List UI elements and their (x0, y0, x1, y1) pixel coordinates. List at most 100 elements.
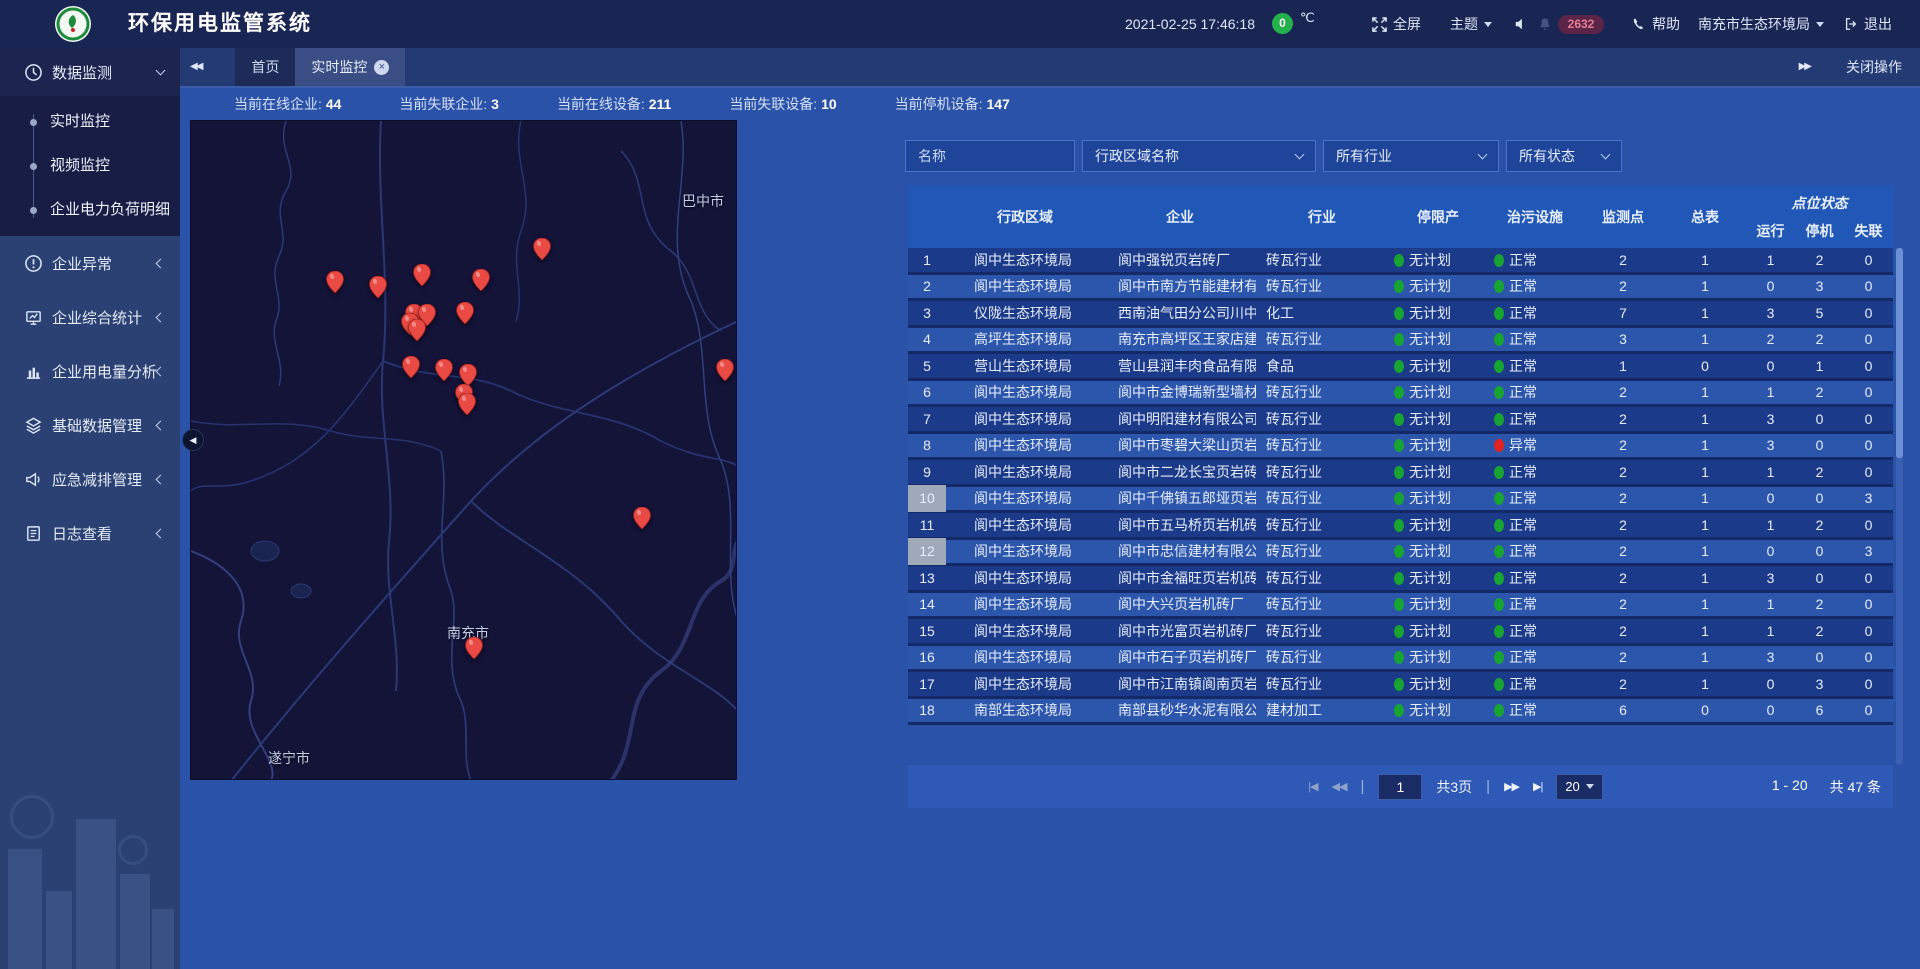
row-index[interactable]: 7 (908, 406, 946, 433)
table-row[interactable]: 10阆中生态环境局阆中千佛镇五郎垭页岩砖瓦行业无计划正常21003 (908, 487, 1893, 514)
table-row[interactable]: 12阆中生态环境局阆中市忠信建材有限公砖瓦行业无计划正常21003 (908, 540, 1893, 567)
theme-menu[interactable]: 主题 (1450, 0, 1492, 48)
temperature-unit: ℃ (1300, 0, 1315, 42)
row-index[interactable]: 6 (908, 379, 946, 406)
name-filter-input[interactable] (905, 140, 1075, 172)
row-index[interactable]: 2 (908, 273, 946, 300)
map-pin-icon[interactable] (716, 359, 734, 381)
sidebar-item-enterprise-stats[interactable]: 企业综合统计 (0, 290, 180, 344)
scrollbar-thumb[interactable] (1896, 248, 1903, 458)
sidebar-subitem[interactable]: 企业电力负荷明细 (0, 188, 180, 232)
map-pin-icon[interactable] (472, 269, 490, 291)
logout-button[interactable]: 退出 (1844, 0, 1892, 48)
notification-badge[interactable]: 2632 (1558, 15, 1604, 34)
industry-filter-select[interactable]: 所有行业 (1323, 140, 1499, 172)
row-index[interactable]: 4 (908, 326, 946, 353)
next-page-button[interactable]: ▶▶ (1504, 780, 1519, 793)
row-index[interactable]: 3 (908, 300, 946, 327)
fullscreen-button[interactable]: 全屏 (1372, 0, 1421, 48)
cell-facility: 正常 (1488, 462, 1582, 482)
table-row[interactable]: 13阆中生态环境局阆中市金福旺页岩机砖砖瓦行业无计划正常21300 (908, 566, 1893, 593)
table-row[interactable]: 17阆中生态环境局阆中市江南镇阆南页岩砖瓦行业无计划正常21030 (908, 672, 1893, 699)
sidebar-subitem[interactable]: 视频监控 (0, 144, 180, 188)
double-chevron-right-icon[interactable]: ▶▶ (1789, 48, 1820, 86)
row-index[interactable]: 1 (908, 248, 946, 273)
status-dot-icon (1494, 678, 1504, 691)
tab-home[interactable]: 首页 (235, 48, 295, 86)
table-row[interactable]: 4高坪生态环境局南充市高坪区王家店建砖瓦行业无计划正常31220 (908, 328, 1893, 355)
status-filter-select[interactable]: 所有状态 (1506, 140, 1622, 172)
table-row[interactable]: 7阆中生态环境局阆中明阳建材有限公司砖瓦行业无计划正常21300 (908, 407, 1893, 434)
table-row[interactable]: 8阆中生态环境局阆中市枣碧大梁山页岩砖瓦行业无计划异常21300 (908, 434, 1893, 461)
close-operations-menu[interactable]: 关闭操作 (1846, 57, 1902, 77)
map-pin-icon[interactable] (413, 264, 431, 286)
tab-realtime-monitor[interactable]: 实时监控 × (295, 48, 405, 86)
sidebar-item-data-monitor[interactable]: 数据监测 (0, 48, 180, 96)
cell-company: 阆中市金福旺页岩机砖 (1104, 568, 1256, 588)
map-pin-icon[interactable] (369, 276, 387, 298)
notifications-button[interactable] (1538, 0, 1552, 48)
table-row[interactable]: 11阆中生态环境局阆中市五马桥页岩机砖砖瓦行业无计划正常21120 (908, 513, 1893, 540)
map-pin-icon[interactable] (533, 238, 551, 260)
map-pin-icon[interactable] (456, 302, 474, 324)
map-pin-icon[interactable] (402, 356, 420, 378)
double-chevron-left-icon[interactable]: ◀◀ (180, 48, 211, 86)
org-menu[interactable]: 南充市生态环境局 (1698, 0, 1824, 48)
row-index[interactable]: 10 (908, 485, 946, 512)
table-row[interactable]: 9阆中生态环境局阆中市二龙长宝页岩砖砖瓦行业无计划正常21120 (908, 460, 1893, 487)
region-filter-select[interactable]: 行政区域名称 (1082, 140, 1316, 172)
sidebar-item-enterprise-abnormal[interactable]: 企业异常 (0, 236, 180, 290)
map-pin-icon[interactable] (458, 393, 476, 415)
panel-collapse-button[interactable]: ◀ (182, 429, 204, 451)
close-icon[interactable]: × (374, 60, 389, 75)
prev-page-button[interactable]: ◀◀ (1332, 780, 1347, 793)
row-index[interactable]: 14 (908, 591, 946, 618)
row-index[interactable]: 12 (908, 538, 946, 565)
table-row[interactable]: 3仪陇生态环境局西南油气田分公司川中化工无计划正常71350 (908, 301, 1893, 328)
map-pin-icon[interactable] (459, 364, 477, 386)
table-row[interactable]: 5营山生态环境局营山县润丰肉食品有限食品无计划正常10010 (908, 354, 1893, 381)
cell-company: 阆中市石子页岩机砖厂 (1104, 647, 1256, 667)
row-index[interactable]: 18 (908, 697, 946, 724)
help-button[interactable]: 帮助 (1632, 0, 1680, 48)
table-row[interactable]: 14阆中生态环境局阆中大兴页岩机砖厂砖瓦行业无计划正常21120 (908, 593, 1893, 620)
map-panel[interactable]: 巴中市南充市遂宁市 (190, 120, 737, 780)
sidebar-item-power-analysis[interactable]: 企业用电量分析 (0, 344, 180, 398)
row-index[interactable]: 17 (908, 671, 946, 698)
cell-stopped: 2 (1795, 517, 1844, 533)
table-row[interactable]: 18南部生态环境局南部县砂华水泥有限公建材加工无计划正常60060 (908, 699, 1893, 726)
last-page-button[interactable]: ▶| (1533, 780, 1542, 793)
table-row[interactable]: 1阆中生态环境局阆中强锐页岩砖厂砖瓦行业无计划正常21120 (908, 248, 1893, 275)
table-row[interactable]: 6阆中生态环境局阆中市金博瑞新型墙材砖瓦行业无计划正常21120 (908, 381, 1893, 408)
sidebar-item-logs[interactable]: 日志查看 (0, 506, 180, 560)
mute-button[interactable] (1514, 0, 1528, 48)
page-number-input[interactable] (1378, 774, 1422, 800)
row-index[interactable]: 5 (908, 353, 946, 380)
sidebar-subitem-label: 实时监控 (50, 113, 110, 130)
map-pin-icon[interactable] (465, 637, 483, 659)
first-page-button[interactable]: |◀ (1308, 780, 1317, 793)
map-pin-icon[interactable] (435, 359, 453, 381)
cell-meters: 1 (1664, 464, 1746, 480)
row-index[interactable]: 16 (908, 644, 946, 671)
row-index[interactable]: 11 (908, 512, 946, 539)
table-row[interactable]: 16阆中生态环境局阆中市石子页岩机砖厂砖瓦行业无计划正常21300 (908, 646, 1893, 673)
row-index[interactable]: 9 (908, 459, 946, 486)
table-row[interactable]: 15阆中生态环境局阆中市光富页岩机砖厂砖瓦行业无计划正常21120 (908, 619, 1893, 646)
row-index[interactable]: 13 (908, 565, 946, 592)
row-index[interactable]: 8 (908, 432, 946, 459)
table-scrollbar[interactable] (1896, 248, 1903, 765)
table-row[interactable]: 2阆中生态环境局阆中市南方节能建材有砖瓦行业无计划正常21030 (908, 275, 1893, 302)
map-pin-icon[interactable] (408, 319, 426, 341)
status-dot-icon (1394, 386, 1404, 399)
status-dot-icon (1494, 439, 1504, 452)
map-pin-icon[interactable] (633, 507, 651, 529)
speaker-icon (1514, 17, 1528, 31)
row-index[interactable]: 15 (908, 618, 946, 645)
cell-stopped: 0 (1795, 543, 1844, 559)
sidebar-subitem[interactable]: 实时监控 (0, 100, 180, 144)
sidebar-item-emergency[interactable]: 应急减排管理 (0, 452, 180, 506)
sidebar-item-base-data[interactable]: 基础数据管理 (0, 398, 180, 452)
map-pin-icon[interactable] (326, 271, 344, 293)
page-size-select[interactable]: 20 (1556, 774, 1602, 800)
